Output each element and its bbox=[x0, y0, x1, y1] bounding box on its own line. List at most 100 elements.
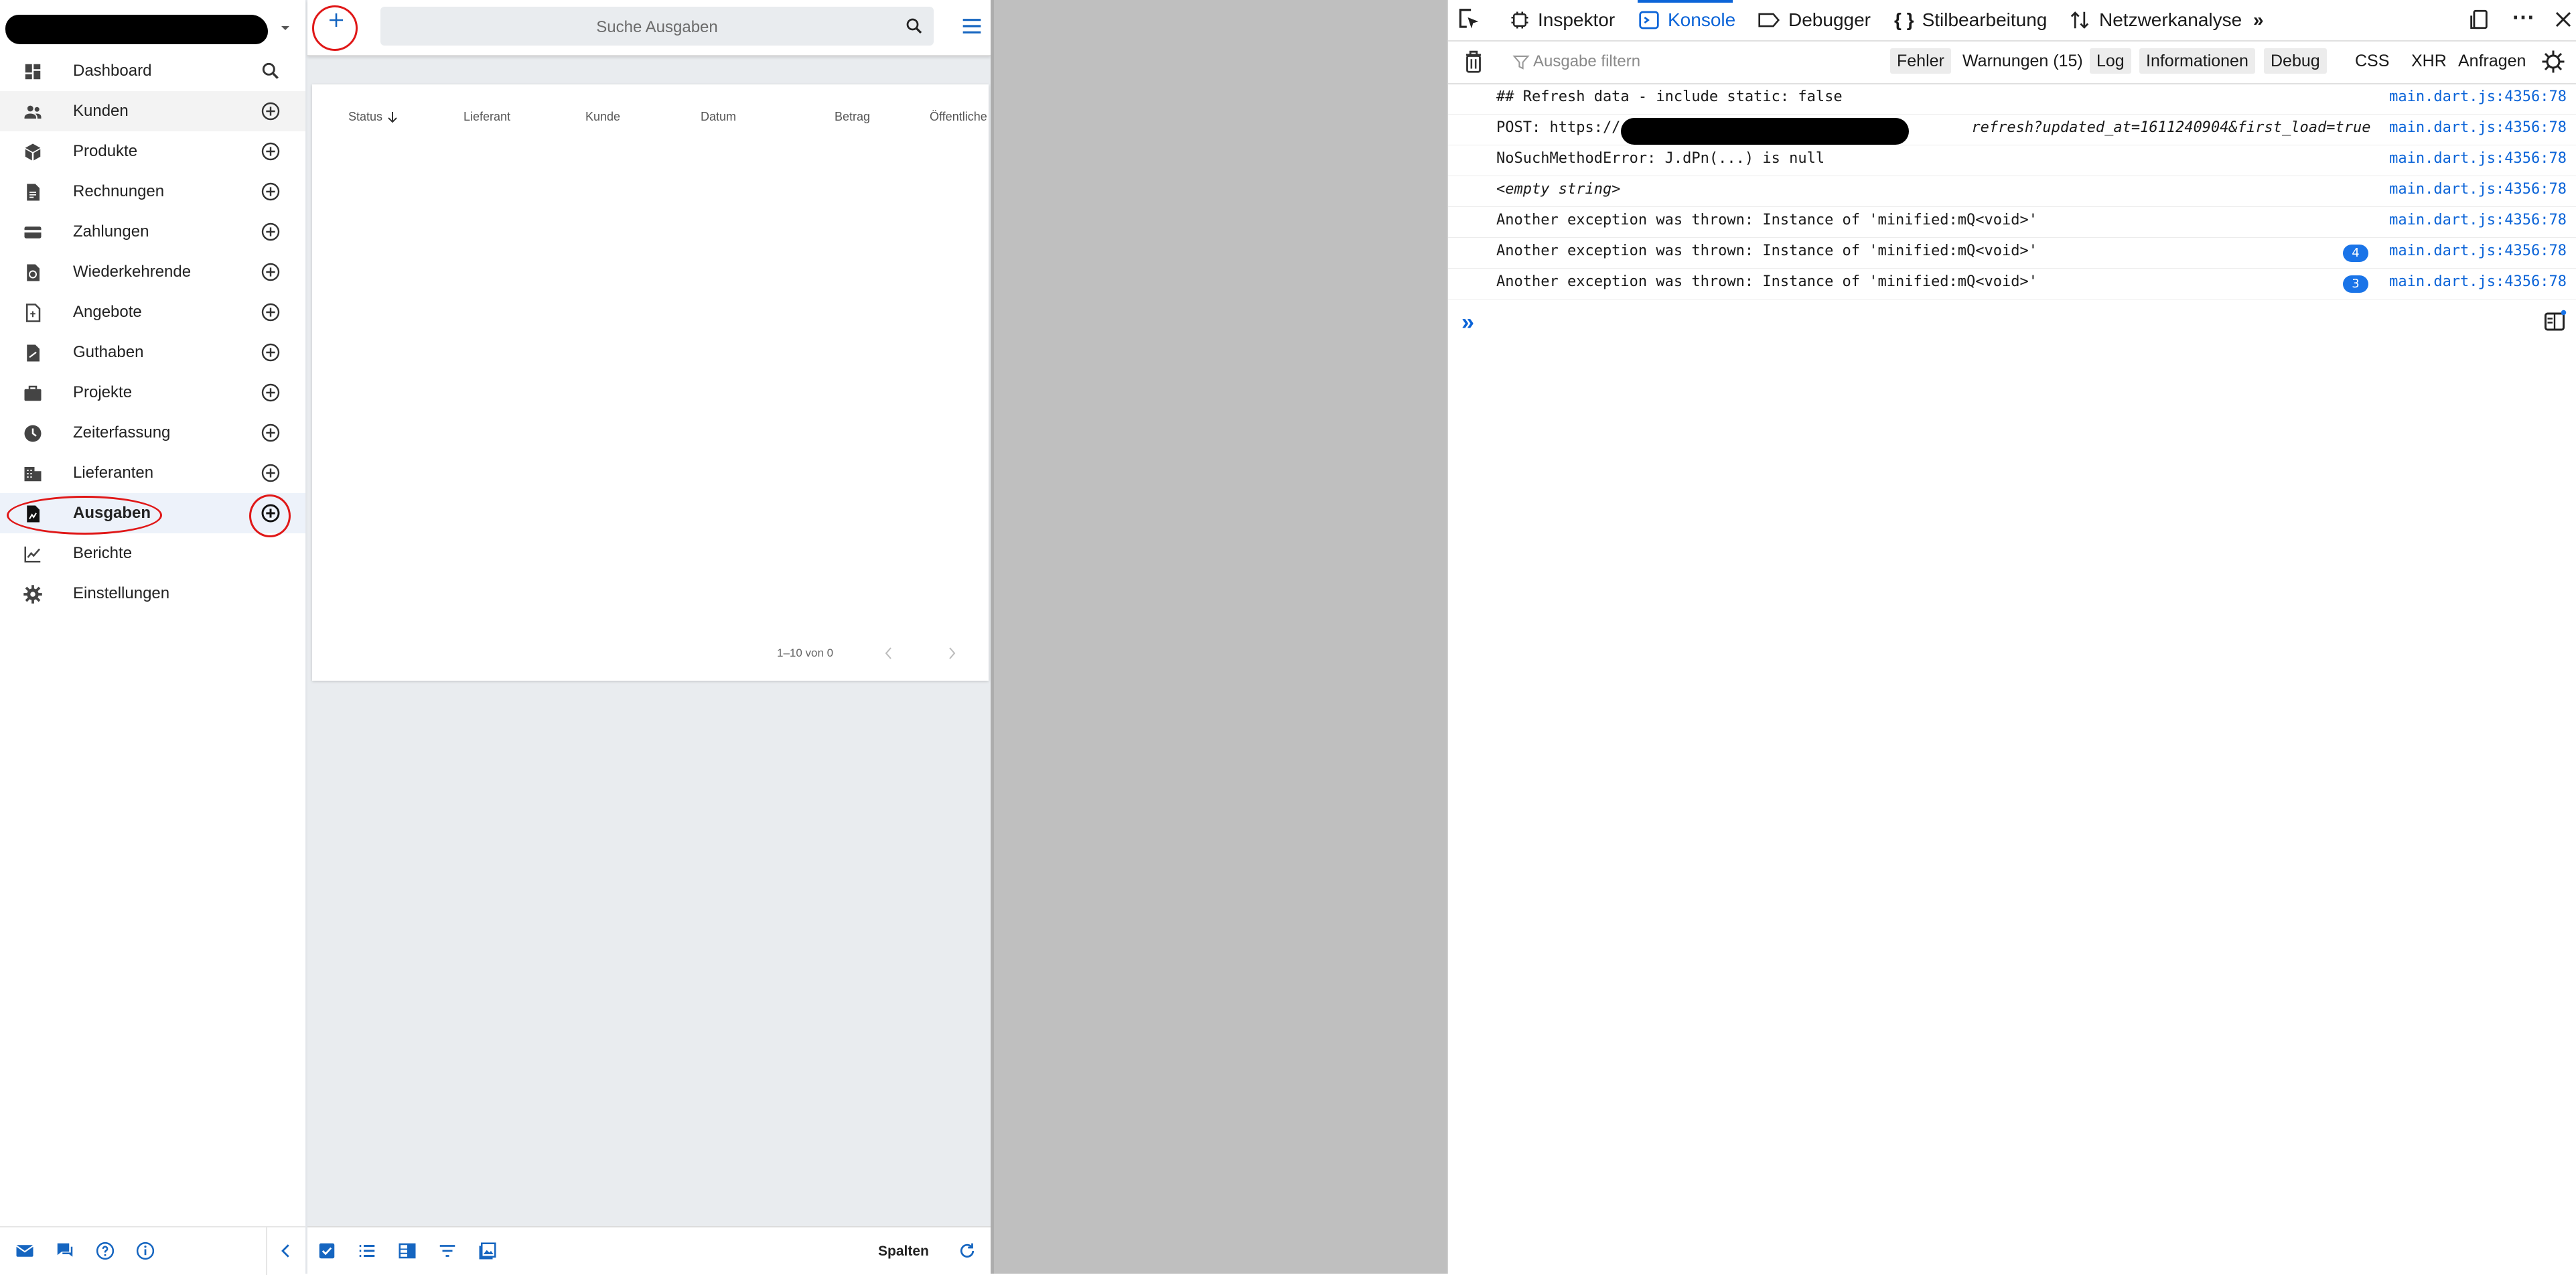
cube-icon bbox=[25, 143, 41, 161]
console-message-source[interactable]: main.dart.js:4356:78 bbox=[2389, 212, 2567, 228]
add-circle-icon[interactable] bbox=[260, 382, 281, 403]
dock-icon[interactable] bbox=[2467, 8, 2490, 31]
filter-info[interactable]: Informationen bbox=[2139, 48, 2255, 74]
add-circle-icon[interactable] bbox=[260, 301, 281, 323]
column-header-status[interactable]: Status bbox=[348, 110, 399, 125]
company-selector[interactable] bbox=[5, 9, 289, 48]
sidebar-item-lieferanten[interactable]: Lieferanten bbox=[0, 453, 305, 493]
filter-log[interactable]: Log bbox=[2090, 48, 2131, 74]
sidebar-item-produkte[interactable]: Produkte bbox=[0, 131, 305, 172]
chat-icon[interactable] bbox=[55, 1241, 75, 1261]
repeat-count-badge: 3 bbox=[2343, 275, 2368, 293]
sidebar-item-angebote[interactable]: Angebote bbox=[0, 292, 305, 332]
inspector-icon bbox=[1511, 11, 1528, 29]
filter-css[interactable]: CSS bbox=[2348, 48, 2396, 74]
column-header-lieferant[interactable]: Lieferant bbox=[463, 110, 510, 124]
column-header-datum[interactable]: Datum bbox=[701, 110, 736, 124]
column-header-kunde[interactable]: Kunde bbox=[585, 110, 620, 124]
console-message-source[interactable]: main.dart.js:4356:78 bbox=[2389, 273, 2567, 290]
add-circle-icon[interactable] bbox=[260, 261, 281, 283]
console-prompt-icon[interactable]: » bbox=[1461, 310, 1474, 336]
tab-netzwerkanalyse[interactable]: Netzwerkanalyse bbox=[2068, 9, 2242, 31]
filter-funnel-icon bbox=[1512, 55, 1530, 70]
column-header-oeffentliche[interactable]: Öffentliche bbox=[930, 110, 989, 124]
add-circle-icon[interactable] bbox=[260, 141, 281, 162]
add-circle-icon[interactable] bbox=[260, 181, 281, 202]
filter-errors[interactable]: Fehler bbox=[1890, 48, 1951, 74]
filter-requests[interactable]: Anfragen bbox=[2451, 48, 2532, 74]
sidebar-item-kunden[interactable]: Kunden bbox=[0, 91, 305, 131]
split-console-icon[interactable] bbox=[2543, 310, 2567, 334]
more-tabs-icon[interactable]: » bbox=[2253, 9, 2264, 31]
filter-debug[interactable]: Debug bbox=[2264, 48, 2327, 74]
add-circle-icon[interactable] bbox=[260, 462, 281, 484]
console-message-source[interactable]: main.dart.js:4356:78 bbox=[2389, 243, 2567, 259]
console-message[interactable]: Another exception was thrown: Instance o… bbox=[1448, 237, 2576, 269]
mail-icon[interactable] bbox=[15, 1241, 35, 1261]
list-icon[interactable] bbox=[357, 1241, 377, 1261]
element-picker-icon[interactable] bbox=[1456, 7, 1482, 32]
console-message[interactable]: Another exception was thrown: Instance o… bbox=[1448, 206, 2576, 238]
close-icon[interactable] bbox=[2553, 9, 2573, 29]
sidebar-item-label: Zahlungen bbox=[73, 222, 149, 241]
console-message[interactable]: POST: https://refresh?updated_at=1611240… bbox=[1448, 114, 2576, 145]
console-message-source[interactable]: main.dart.js:4356:78 bbox=[2389, 88, 2567, 105]
collapse-chevron-icon[interactable] bbox=[276, 1241, 296, 1261]
columns-button[interactable]: Spalten bbox=[878, 1244, 929, 1260]
column-header-betrag[interactable]: Betrag bbox=[835, 110, 870, 124]
console-message[interactable]: <empty string> main.dart.js:4356:78 bbox=[1448, 176, 2576, 207]
sidebar-item-projekte[interactable]: Projekte bbox=[0, 373, 305, 413]
search-icon[interactable] bbox=[260, 60, 281, 82]
image-icon[interactable] bbox=[478, 1241, 498, 1261]
tab-stilbearbeitung[interactable]: { } Stilbearbeitung bbox=[1894, 9, 2047, 31]
sidebar-item-zeiterfassung[interactable]: Zeiterfassung bbox=[0, 413, 305, 453]
sidebar-item-rechnungen[interactable]: Rechnungen bbox=[0, 172, 305, 212]
tab-inspektor[interactable]: Inspektor bbox=[1510, 9, 1615, 31]
sidebar-item-label: Produkte bbox=[73, 142, 138, 160]
filter-xhr[interactable]: XHR bbox=[2405, 48, 2453, 74]
filter-icon[interactable] bbox=[437, 1241, 457, 1261]
console-settings-icon[interactable] bbox=[2541, 50, 2565, 74]
search-placeholder: Suche Ausgaben bbox=[596, 18, 718, 36]
tab-konsole[interactable]: Konsole bbox=[1638, 9, 1735, 31]
filter-warnings[interactable]: Warnungen (15) bbox=[1956, 48, 2090, 74]
console-message-text: Another exception was thrown: Instance o… bbox=[1496, 273, 2037, 290]
trash-icon[interactable] bbox=[1463, 50, 1484, 75]
sidebar-item-wiederkehrende[interactable]: Wiederkehrende bbox=[0, 252, 305, 292]
console-message-source[interactable]: main.dart.js:4356:78 bbox=[2389, 119, 2567, 136]
dashboard-icon bbox=[25, 64, 41, 80]
annotation-circle-add-expense bbox=[249, 494, 291, 537]
add-circle-icon[interactable] bbox=[260, 221, 281, 243]
previous-page-icon[interactable] bbox=[881, 645, 896, 662]
sidebar-item-zahlungen[interactable]: Zahlungen bbox=[0, 212, 305, 252]
search-icon[interactable] bbox=[904, 16, 924, 36]
console-message[interactable]: NoSuchMethodError: J.dPn(...) is null ma… bbox=[1448, 145, 2576, 176]
add-circle-icon[interactable] bbox=[260, 100, 281, 122]
sort-arrow-down-icon bbox=[388, 112, 397, 123]
add-circle-icon[interactable] bbox=[260, 422, 281, 444]
console-message[interactable]: ## Refresh data - include static: false … bbox=[1448, 83, 2576, 115]
console-message-source[interactable]: main.dart.js:4356:78 bbox=[2389, 181, 2567, 198]
next-page-icon[interactable] bbox=[944, 645, 959, 662]
console-filter-input[interactable]: Ausgabe filtern bbox=[1533, 52, 1640, 71]
sidebar-item-guthaben[interactable]: Guthaben bbox=[0, 332, 305, 373]
help-icon[interactable] bbox=[95, 1241, 115, 1261]
recurring-icon bbox=[27, 264, 40, 281]
console-message-source[interactable]: main.dart.js:4356:78 bbox=[2389, 150, 2567, 167]
sidebar-item-label: Angebote bbox=[73, 303, 142, 321]
checkbox-icon[interactable] bbox=[317, 1241, 337, 1261]
sidebar-item-dashboard[interactable]: Dashboard bbox=[0, 51, 305, 91]
add-circle-icon[interactable] bbox=[260, 342, 281, 363]
sidebar-item-einstellungen[interactable]: Einstellungen bbox=[0, 574, 305, 614]
search-input[interactable]: Suche Ausgaben bbox=[380, 7, 934, 46]
refresh-icon[interactable] bbox=[957, 1241, 977, 1261]
sidebar-item-berichte[interactable]: Berichte bbox=[0, 533, 305, 574]
console-message[interactable]: Another exception was thrown: Instance o… bbox=[1448, 268, 2576, 299]
menu-icon[interactable] bbox=[961, 16, 983, 36]
sidebar-item-label: Kunden bbox=[73, 102, 129, 120]
briefcase-icon bbox=[24, 385, 42, 401]
more-options-icon[interactable]: ⋯ bbox=[2512, 4, 2534, 31]
table-icon[interactable] bbox=[397, 1241, 417, 1261]
tab-debugger[interactable]: Debugger bbox=[1758, 9, 1871, 31]
info-icon[interactable] bbox=[135, 1241, 155, 1261]
